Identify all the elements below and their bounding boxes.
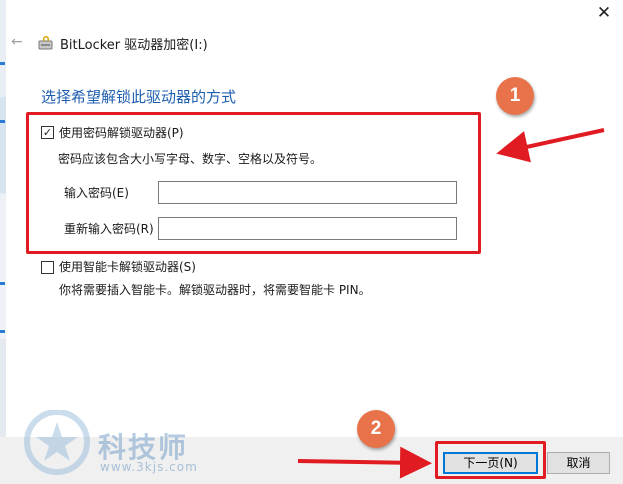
arrow-to-password-option [496, 128, 605, 163]
arrow-to-next-button [297, 446, 432, 479]
annotation-arrows [297, 128, 605, 479]
step-badge-2: 2 [357, 410, 395, 448]
step-badge-1: 1 [496, 77, 534, 115]
